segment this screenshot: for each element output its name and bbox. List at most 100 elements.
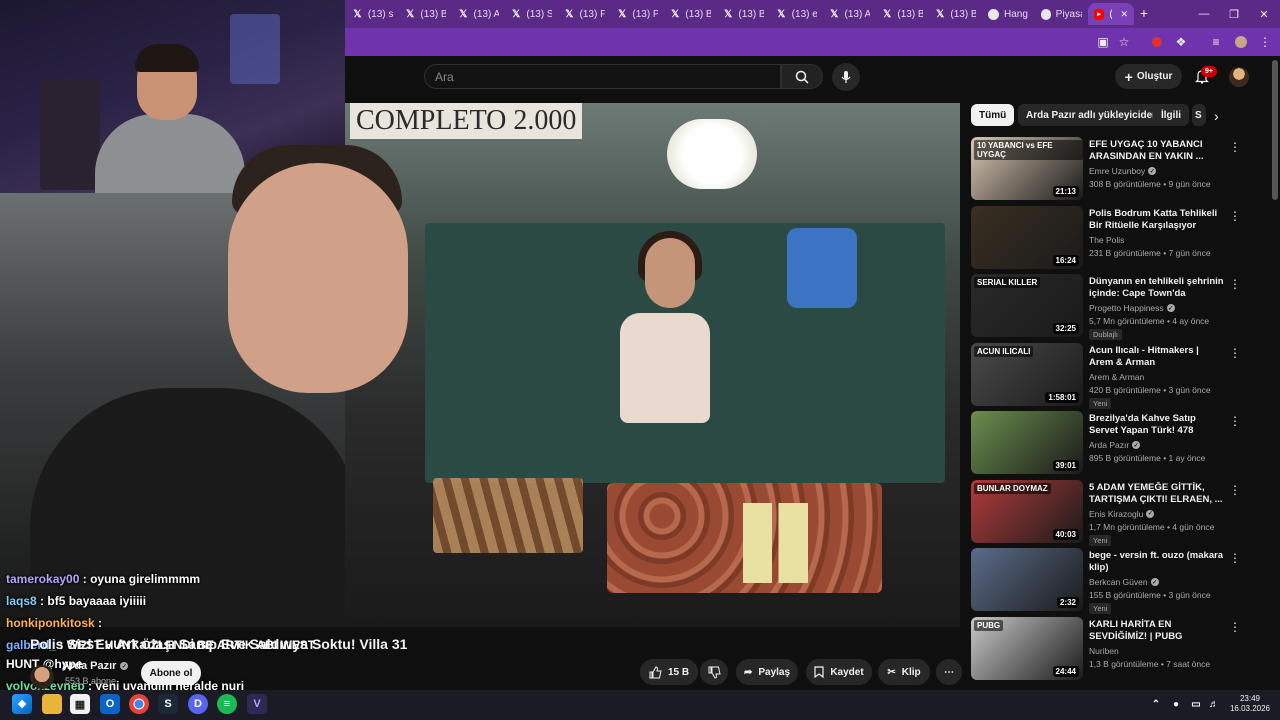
video-thumbnail[interactable]: 39:01 bbox=[971, 411, 1083, 474]
browser-tab[interactable]: Piyasa bbox=[1035, 3, 1088, 25]
restore-icon[interactable]: ❐ bbox=[1218, 0, 1250, 28]
tray-monitor-icon[interactable]: ▭ bbox=[1186, 694, 1206, 714]
chips-next-chevron-icon[interactable]: › bbox=[1214, 108, 1219, 124]
video-title[interactable]: Brezilya'da Kahve Satıp Servet Yapan Tür… bbox=[1089, 413, 1225, 437]
store-icon[interactable]: ▦ bbox=[70, 694, 90, 714]
recommended-video[interactable]: SERIAL KILLER 32:25 Dünyanın en tehlikeli … bbox=[971, 274, 1271, 340]
browser-tab[interactable]: 𝕏 (13) S bbox=[505, 3, 558, 25]
subscribe-button[interactable]: Abone ol bbox=[141, 661, 201, 685]
more-vertical-icon[interactable]: ⋮ bbox=[1229, 413, 1241, 429]
steam-icon[interactable]: S bbox=[158, 694, 178, 714]
outlook-icon[interactable]: O bbox=[100, 694, 120, 714]
more-vertical-icon[interactable]: ⋮ bbox=[1229, 139, 1241, 155]
create-button[interactable]: + Oluştur bbox=[1115, 64, 1182, 89]
taskbar-clock[interactable]: 23:49 16.03.2026 bbox=[1228, 694, 1272, 714]
chrome-icon[interactable] bbox=[129, 694, 149, 714]
video-title[interactable]: Dünyanın en tehlikeli şehrinin içinde: C… bbox=[1089, 276, 1225, 300]
browser-tab[interactable]: 𝕏 (13) A bbox=[452, 3, 505, 25]
browser-tab[interactable]: 𝕏 (13) s bbox=[346, 3, 399, 25]
channel-name[interactable]: Emre Uzunboy ✓ bbox=[1089, 166, 1157, 176]
more-vertical-icon[interactable]: ⋮ bbox=[1229, 276, 1241, 292]
video-title[interactable]: Polis Bodrum Katta Tehlikeli Bir Ritüell… bbox=[1089, 208, 1225, 232]
recommended-video[interactable]: 10 YABANCI vs EFE UYGAÇ 21:13 EFE UYGAÇ 10… bbox=[971, 137, 1271, 203]
puzzle-icon[interactable]: ❖ bbox=[1172, 34, 1190, 50]
valorant-icon[interactable]: V bbox=[247, 694, 267, 714]
channel-name[interactable]: Arda Pazır ✓ bbox=[62, 660, 129, 672]
browser-tab[interactable]: 𝕏 (13) F bbox=[558, 3, 611, 25]
close-window-icon[interactable]: ✕ bbox=[1248, 0, 1280, 28]
channel-name[interactable]: Nuriben bbox=[1089, 646, 1119, 656]
video-title[interactable]: bege - versin ft. ouzo (makara klip) bbox=[1089, 550, 1225, 574]
browser-tab[interactable]: Hang bbox=[982, 3, 1035, 25]
minimize-icon[interactable]: — bbox=[1188, 0, 1220, 28]
video-player[interactable]: COMPLETO 2.000 bbox=[345, 103, 960, 627]
browser-tab[interactable]: ▸ (✕ bbox=[1088, 3, 1134, 25]
video-thumbnail[interactable]: ACUN ILICALI 1:58:01 bbox=[971, 342, 1083, 406]
account-avatar[interactable] bbox=[1229, 67, 1249, 87]
close-tab-icon[interactable]: ✕ bbox=[1120, 9, 1128, 20]
more-vertical-icon[interactable]: ⋮ bbox=[1229, 482, 1241, 498]
tray-chevron-icon[interactable]: ⌃ bbox=[1146, 694, 1166, 714]
install-app-icon[interactable]: ▣ bbox=[1094, 34, 1112, 50]
recommended-video[interactable]: BUNLAR DOYMAZ 40:03 5 ADAM YEMEĞE GİTTİK, … bbox=[971, 479, 1271, 546]
channel-name[interactable]: Arda Pazır ✓ bbox=[1089, 440, 1141, 450]
chat-username[interactable]: tamerokay00 bbox=[6, 572, 79, 586]
chip-all[interactable]: Tümü bbox=[971, 104, 1015, 126]
voice-search-button[interactable] bbox=[832, 63, 860, 91]
video-title[interactable]: KARLI HARİTA EN SEVDİĞİMİZ! | PUBG bbox=[1089, 619, 1225, 643]
recommended-video[interactable]: 39:01 Brezilya'da Kahve Satıp Servet Yapa… bbox=[971, 411, 1271, 477]
browser-tab[interactable]: 𝕏 (13) B bbox=[929, 3, 982, 25]
channel-name[interactable]: The Polis bbox=[1089, 235, 1124, 245]
chip-uploader[interactable]: Arda Pazır adlı yükleyiciden bbox=[1018, 104, 1167, 126]
like-button[interactable]: 15 B bbox=[640, 659, 698, 685]
browser-tab[interactable]: 𝕏 (13) B bbox=[664, 3, 717, 25]
browser-tab[interactable]: 𝕏 (13) P bbox=[611, 3, 664, 25]
chat-username[interactable]: laqs8 bbox=[6, 594, 37, 608]
new-tab-button[interactable]: + bbox=[1136, 5, 1152, 23]
spotify-icon[interactable]: ≡ bbox=[217, 694, 237, 714]
video-title[interactable]: EFE UYGAÇ 10 YABANCI ARASINDAN EN YAKIN … bbox=[1089, 139, 1225, 163]
video-thumbnail[interactable]: 16:24 bbox=[971, 205, 1083, 269]
video-player-left[interactable] bbox=[0, 193, 345, 627]
recommended-video[interactable]: 2:32 bege - versin ft. ouzo (makara klip)… bbox=[971, 548, 1271, 614]
search-button[interactable] bbox=[781, 64, 823, 89]
browser-tab[interactable]: 𝕏 (13) B bbox=[399, 3, 452, 25]
more-vertical-icon[interactable]: ⋮ bbox=[1229, 208, 1241, 224]
more-actions-button[interactable]: ⋯ bbox=[936, 659, 962, 685]
scrollbar-thumb[interactable] bbox=[1272, 60, 1278, 200]
tray-volume-icon[interactable]: ♬ bbox=[1204, 694, 1224, 714]
browser-tab[interactable]: 𝕏 (13) e bbox=[770, 3, 823, 25]
extension-red-icon[interactable] bbox=[1148, 34, 1166, 50]
windows-start-icon[interactable]: ❖ bbox=[12, 694, 32, 714]
tray-mic-icon[interactable]: ● bbox=[1166, 694, 1186, 714]
channel-name[interactable]: Progetto Happiness ✓ bbox=[1089, 303, 1175, 313]
video-thumbnail[interactable]: BUNLAR DOYMAZ 40:03 bbox=[971, 479, 1083, 543]
dislike-button[interactable] bbox=[700, 659, 728, 685]
share-button[interactable]: ➦ Paylaş bbox=[736, 659, 798, 685]
media-control-icon[interactable]: ≡ bbox=[1207, 34, 1225, 50]
chat-username[interactable]: honkiponkitosk bbox=[6, 616, 95, 630]
recommended-video[interactable]: ACUN ILICALI 1:58:01 Acun Ilıcalı - Hitmak… bbox=[971, 342, 1271, 409]
browser-tab[interactable]: 𝕏 (13) B bbox=[876, 3, 929, 25]
channel-name[interactable]: Enis Kirazoglu ✓ bbox=[1089, 509, 1155, 519]
video-thumbnail[interactable]: 10 YABANCI vs EFE UYGAÇ 21:13 bbox=[971, 137, 1083, 200]
chip-related[interactable]: İlgili bbox=[1153, 104, 1189, 126]
more-vertical-icon[interactable]: ⋮ bbox=[1229, 619, 1241, 635]
more-vertical-icon[interactable]: ⋮ bbox=[1229, 345, 1241, 361]
save-button[interactable]: Kaydet bbox=[806, 659, 872, 685]
menu-kebab-icon[interactable]: ⋮ bbox=[1256, 34, 1274, 50]
profile-icon[interactable] bbox=[1232, 34, 1250, 50]
browser-tab[interactable]: 𝕏 (13) B bbox=[717, 3, 770, 25]
more-vertical-icon[interactable]: ⋮ bbox=[1229, 550, 1241, 566]
video-thumbnail[interactable]: SERIAL KILLER 32:25 bbox=[971, 274, 1083, 337]
video-title[interactable]: 5 ADAM YEMEĞE GİTTİK, TARTIŞMA ÇIKTI! EL… bbox=[1089, 482, 1225, 506]
chip-more[interactable]: S bbox=[1192, 104, 1206, 126]
recommended-video[interactable]: 16:24 Polis Bodrum Katta Tehlikeli Bir Ri… bbox=[971, 205, 1271, 272]
recommended-video[interactable]: PUBG 24:44 KARLI HARİTA EN SEVDİĞİMİZ! | P… bbox=[971, 616, 1271, 683]
video-thumbnail[interactable]: PUBG 24:44 bbox=[971, 616, 1083, 680]
file-explorer-icon[interactable] bbox=[42, 694, 62, 714]
clip-button[interactable]: ✂ Klip bbox=[878, 659, 930, 685]
channel-avatar[interactable] bbox=[30, 665, 54, 689]
channel-name[interactable]: Berkcan Güven ✓ bbox=[1089, 577, 1159, 587]
video-title[interactable]: Acun Ilıcalı - Hitmakers | Arem & Arman bbox=[1089, 345, 1225, 369]
